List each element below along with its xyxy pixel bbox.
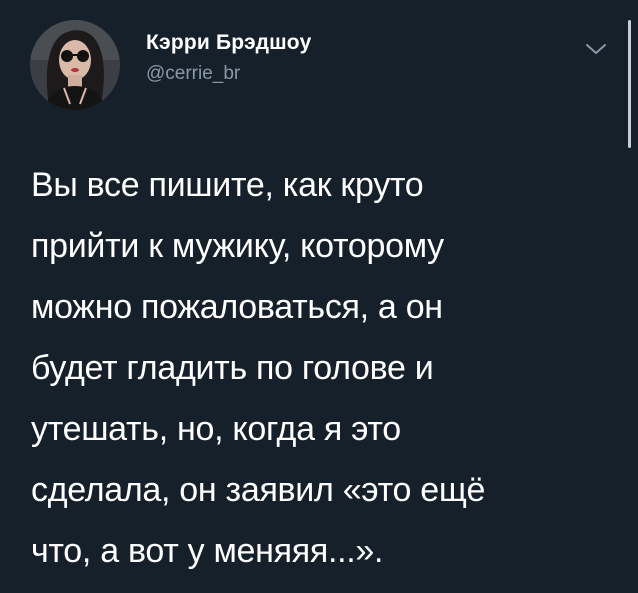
author-handle[interactable]: @cerrie_br (146, 62, 311, 86)
tweet-text-line: Вы все пишите, как круто (31, 166, 424, 204)
tweet-text-line: можно пожаловаться, а он (31, 288, 443, 326)
avatar-image (30, 20, 120, 110)
tweet-text-line: прийти к мужику, которому (31, 227, 444, 265)
tweet-author[interactable]: Кэрри Брэдшоу @cerrie_br (146, 30, 311, 86)
scrollbar[interactable] (628, 20, 631, 148)
tweet-text-line: будет гладить по голове и (31, 349, 434, 387)
chevron-down-icon[interactable] (583, 40, 609, 58)
avatar[interactable] (30, 20, 120, 110)
tweet-card: Кэрри Брэдшоу @cerrie_br Вы все пишите, … (0, 0, 638, 593)
author-display-name[interactable]: Кэрри Брэдшоу (146, 30, 311, 56)
tweet-text-line: что, а вот у меняяя...». (31, 532, 384, 570)
tweet-text-line: утешать, но, когда я это (31, 410, 401, 448)
tweet-text-line: сделала, он заявил «это ещё (31, 471, 486, 509)
tweet-text: Вы все пишите, как круто прийти к мужику… (31, 155, 601, 582)
